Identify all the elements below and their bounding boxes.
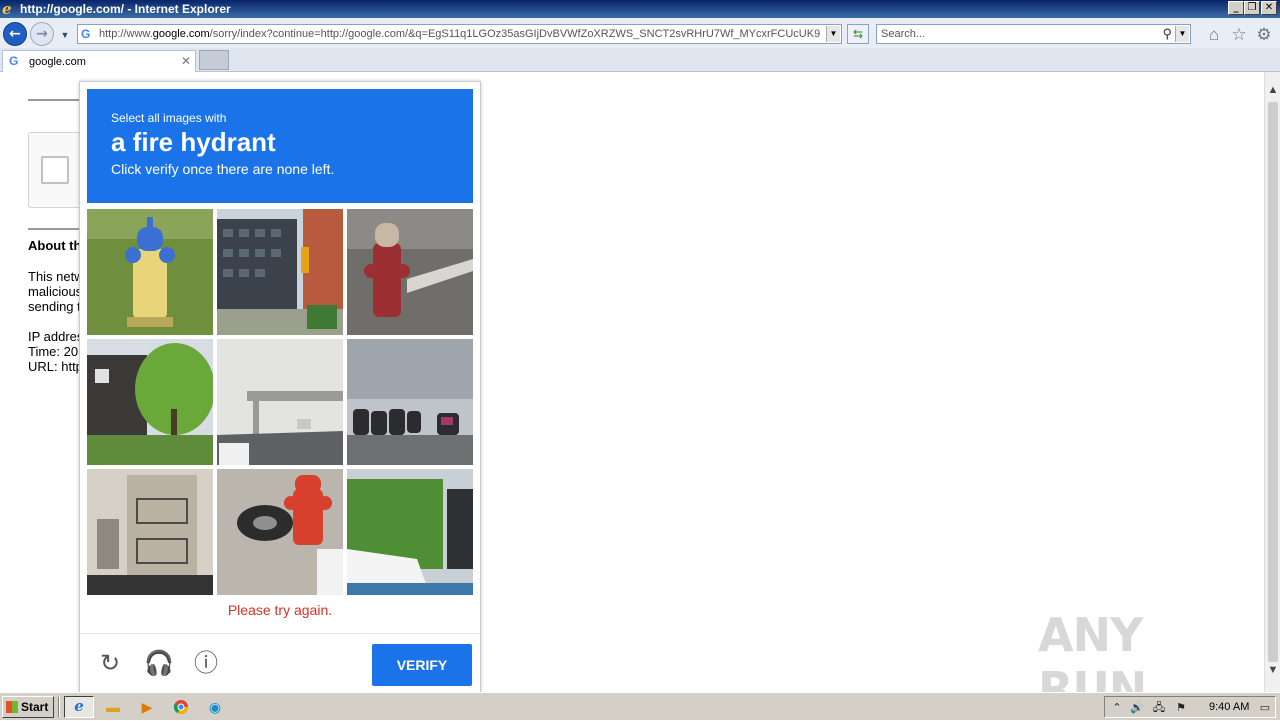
tab-bar: G google.com ✕: [0, 48, 1280, 72]
address-dropdown-icon[interactable]: ▼: [826, 26, 840, 42]
show-hidden-icons-icon[interactable]: ⌃: [1109, 700, 1125, 716]
volume-icon[interactable]: 🔊: [1129, 700, 1145, 716]
info-text-line: This netw: [28, 269, 84, 284]
info-text-line: sending t: [28, 299, 81, 314]
home-icon[interactable]: ⌂: [1204, 25, 1224, 45]
captcha-challenge-dialog: Select all images with a fire hydrant Cl…: [79, 81, 481, 692]
captcha-footer: ↻ 🎧 ⓘ VERIFY: [80, 633, 480, 692]
action-center-flag-icon[interactable]: ⚑: [1173, 700, 1189, 716]
captcha-error-message: Please try again.: [227, 602, 333, 618]
audio-headphones-icon[interactable]: 🎧: [144, 650, 174, 678]
new-tab-button[interactable]: [199, 50, 229, 70]
search-dropdown-icon[interactable]: ▼: [1175, 26, 1189, 42]
media-player-taskbar-icon[interactable]: ▶: [132, 696, 162, 718]
divider: [28, 99, 80, 101]
search-placeholder: Search...: [881, 28, 926, 40]
captcha-instructions: Select all images with a fire hydrant Cl…: [87, 89, 473, 203]
taskbar-clock[interactable]: 9:40 AM: [1209, 701, 1249, 713]
about-heading: About th: [28, 238, 82, 253]
tile-yellow-hydrant[interactable]: [87, 209, 213, 335]
file-explorer-taskbar-icon[interactable]: ▬: [98, 696, 128, 718]
back-button[interactable]: ←: [3, 22, 27, 46]
ie-logo-icon: e: [2, 0, 12, 18]
page-content: About th This netw malicious sending t I…: [0, 72, 1264, 692]
forward-button[interactable]: →: [30, 22, 54, 46]
address-bar[interactable]: G http://www.google.com/sorry/index?cont…: [77, 24, 842, 44]
settings-gear-icon[interactable]: ⚙: [1254, 25, 1274, 45]
anyrun-watermark: ANY RUN: [1038, 608, 1147, 692]
info-text-line: malicious: [28, 284, 83, 299]
window-titlebar: e http://google.com/ - Internet Explorer…: [0, 0, 1280, 18]
instruction-line: Click verify once there are none left.: [111, 161, 335, 177]
restore-button[interactable]: ❐: [1244, 1, 1260, 15]
verify-button[interactable]: VERIFY: [372, 644, 472, 686]
tile-red-hydrant-tire[interactable]: [217, 469, 343, 595]
close-button[interactable]: ✕: [1261, 1, 1277, 15]
internet-explorer-taskbar-icon[interactable]: e: [64, 696, 94, 718]
taskbar: Start e ▬ ▶ ◉ ⌃ 🔊 🖧 ⚑ 9:40 AM ▭: [0, 692, 1280, 720]
edge-taskbar-icon[interactable]: ◉: [200, 696, 230, 718]
target-object: a fire hydrant: [111, 127, 276, 157]
google-favicon-icon: G: [9, 54, 19, 68]
chrome-taskbar-icon[interactable]: [166, 696, 196, 718]
ip-address-line: IP addres: [28, 329, 84, 344]
tile-buildings-traffic-light[interactable]: [217, 209, 343, 335]
tile-red-hydrant-street[interactable]: [347, 209, 473, 335]
windows-logo-icon: [6, 701, 18, 713]
start-button[interactable]: Start: [2, 696, 54, 718]
start-label: Start: [21, 700, 49, 714]
scroll-down-icon[interactable]: ▼: [1265, 664, 1280, 680]
tile-hedge-boat[interactable]: [347, 469, 473, 595]
search-box[interactable]: Search... ⚲ ▼: [876, 24, 1191, 44]
minimize-button[interactable]: _: [1228, 1, 1244, 15]
divider: [28, 228, 80, 230]
system-tray: ⌃ 🔊 🖧 ⚑ 9:40 AM ▭: [1104, 696, 1276, 718]
url-line: URL: http: [28, 359, 83, 374]
show-desktop-icon[interactable]: ▭: [1257, 700, 1273, 716]
info-icon[interactable]: ⓘ: [192, 650, 220, 678]
time-line: Time: 20: [28, 344, 79, 359]
google-favicon-icon: G: [81, 27, 91, 41]
tile-motorcycles[interactable]: [347, 339, 473, 465]
vertical-scrollbar[interactable]: ▲ ▼: [1264, 72, 1280, 692]
navigation-bar: ← → ▼ G http://www.google.com/sorry/inde…: [0, 18, 1280, 48]
tab-close-icon[interactable]: ✕: [181, 54, 191, 68]
scrollbar-thumb[interactable]: [1268, 102, 1278, 662]
refresh-icon[interactable]: ⇆: [847, 24, 869, 44]
tile-road-overpass[interactable]: [217, 339, 343, 465]
search-icon[interactable]: ⚲: [1162, 26, 1172, 42]
taskbar-separator: [58, 697, 60, 717]
favorites-star-icon[interactable]: ☆: [1229, 25, 1249, 45]
tab-label: google.com: [29, 56, 86, 68]
recaptcha-checkbox[interactable]: [41, 156, 69, 184]
network-icon[interactable]: 🖧: [1151, 700, 1167, 716]
recent-pages-dropdown-icon[interactable]: ▼: [58, 28, 72, 42]
instruction-line: Select all images with: [111, 111, 227, 125]
tile-house-tree[interactable]: [87, 339, 213, 465]
window-title: http://google.com/ - Internet Explorer: [20, 2, 231, 16]
scroll-up-icon[interactable]: ▲: [1265, 84, 1280, 100]
address-url[interactable]: http://www.google.com/sorry/index?contin…: [99, 28, 821, 40]
reload-icon[interactable]: ↻: [96, 650, 124, 678]
tab-google[interactable]: G google.com ✕: [2, 50, 196, 72]
tile-building-balcony[interactable]: [87, 469, 213, 595]
